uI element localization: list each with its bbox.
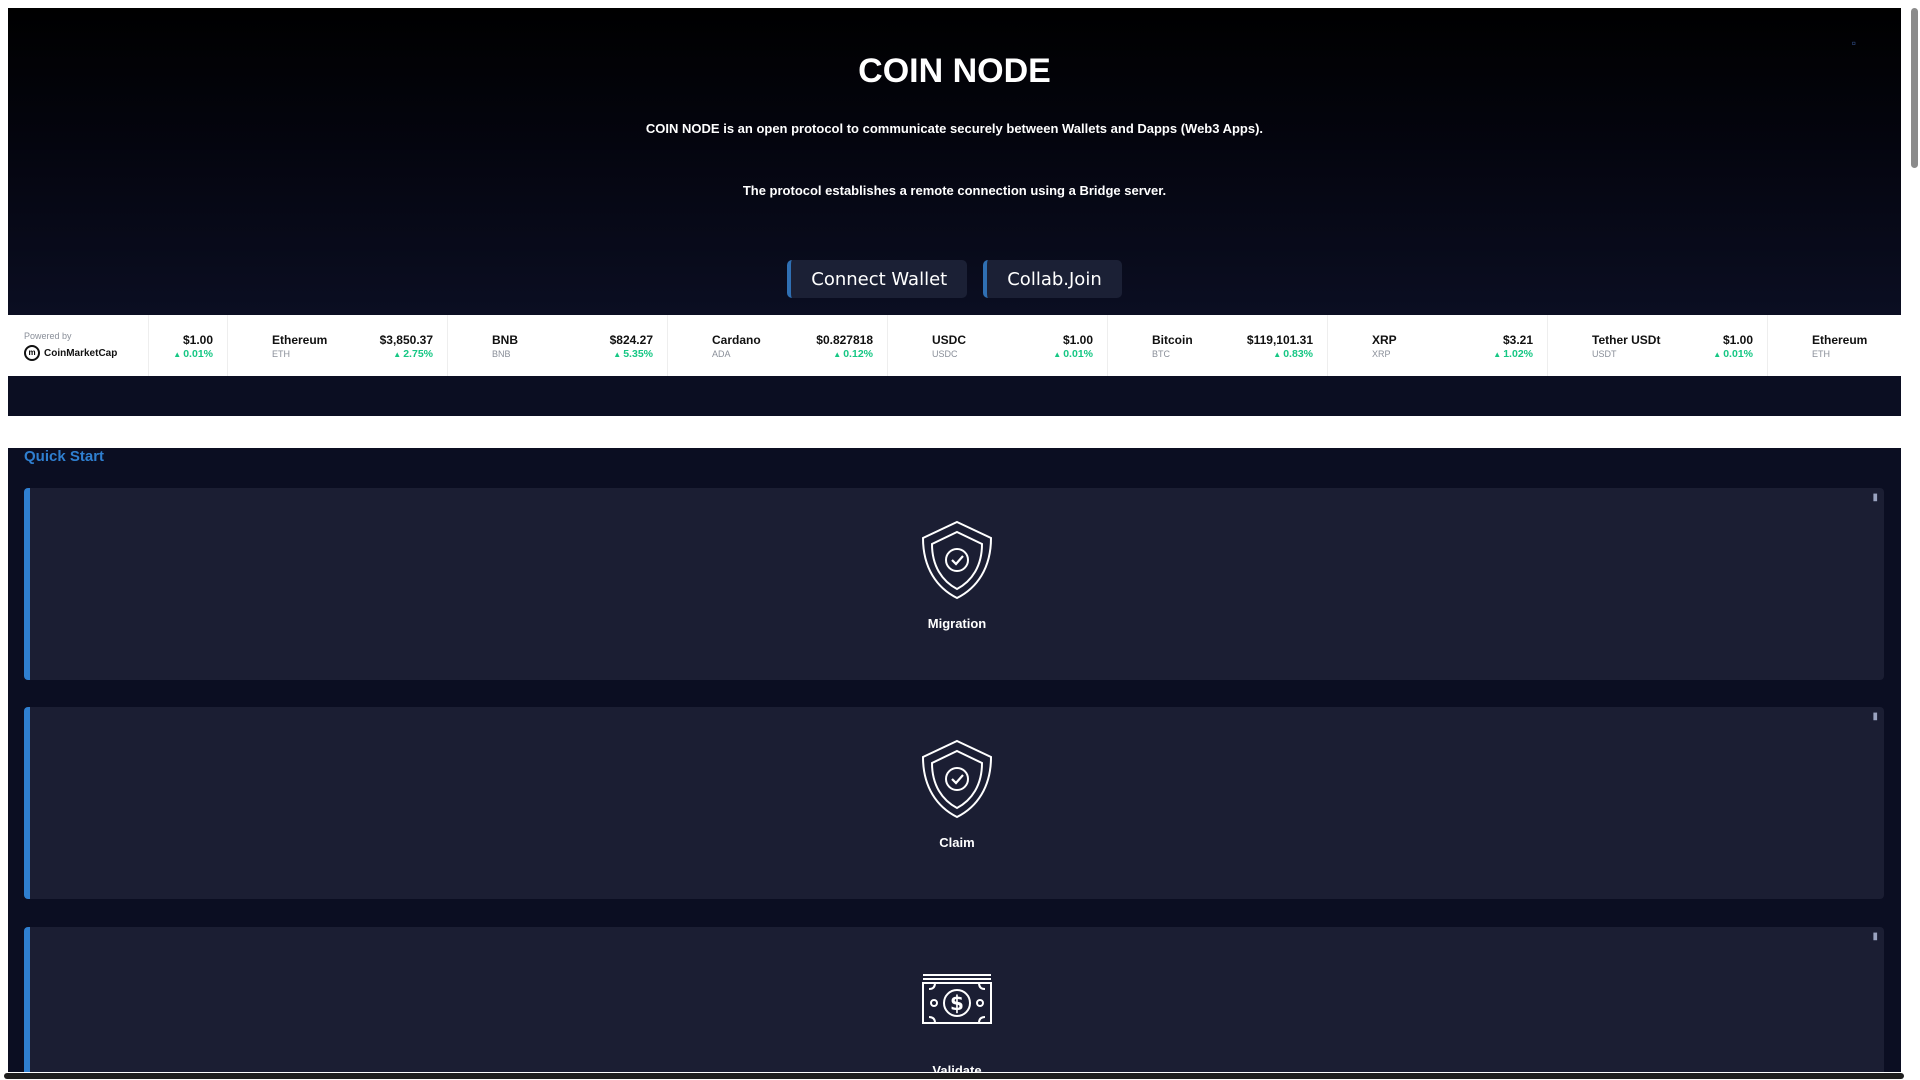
coin-change-value: 0.01% [1063, 348, 1093, 360]
quick-start-title: Quick Start [24, 448, 105, 465]
card-menu-icon[interactable]: ▮ [1872, 711, 1878, 722]
coinmarketcap-icon: m [24, 345, 40, 361]
coin-price: $1.00 [1722, 333, 1753, 347]
coin-change-value: 5.35% [623, 348, 653, 360]
horizontal-scroll-thumb[interactable] [4, 1073, 1904, 1079]
coin-change: ▲ 0.01% [1053, 348, 1093, 360]
coin-symbol: USDT [1592, 349, 1617, 359]
migration-card[interactable]: ▮ Migration [24, 488, 1884, 680]
coin-change: ▲ 0.83% [1273, 348, 1313, 360]
ticker-coin[interactable]: XRP XRP $3.21 ▲ 1.02% [1328, 315, 1548, 376]
small-square-icon[interactable]: ▫ [1852, 36, 1856, 50]
coin-price: $1.00 [1062, 333, 1093, 347]
coin-name: BNB [492, 333, 518, 347]
coin-name: Cardano [712, 333, 761, 347]
coin-symbol: ETH [1812, 349, 1830, 359]
hero-actions: Connect Wallet Collab.Join [8, 260, 1901, 298]
triangle-up-icon: ▲ [393, 350, 402, 359]
ticker-coin[interactable]: Cardano ADA $0.827818 ▲ 0.12% [668, 315, 888, 376]
coin-name: XRP [1372, 333, 1397, 347]
coin-change: ▲ 1.02% [1493, 348, 1533, 360]
quick-start-section: Quick Start ▮ Migration ▮ Claim ▮ $ Vali… [8, 448, 1901, 1080]
coin-change: ▲ 2.75% [393, 348, 433, 360]
coin-price: $0.827818 [816, 333, 873, 347]
ticker-track: Tether USDtUSDT$1.00▲0.01%EthereumETH$3,… [148, 315, 1901, 376]
coin-change: ▲ 0.01% [1713, 348, 1753, 360]
collab-join-button[interactable]: Collab.Join [983, 260, 1122, 298]
coin-name: Tether USDt [1592, 333, 1661, 347]
coin-name: Ethereum [1812, 333, 1868, 347]
coin-change-value: 0.01% [1723, 348, 1753, 360]
coin-symbol: USDC [932, 349, 958, 359]
triangle-up-icon: ▲ [1493, 350, 1502, 359]
shield-check-icon [919, 739, 995, 824]
card-label: Claim [939, 835, 975, 850]
coin-symbol: BNB [492, 349, 511, 359]
banknote-icon: $ [921, 973, 993, 1030]
ticker-coin[interactable]: Tether USDt USDT $1.00▲0.01% [1548, 315, 1768, 376]
ticker-coin[interactable]: Ethereum ETH $3,850.37 ▲ 2.75% [228, 315, 448, 376]
coin-symbol: ETH [272, 349, 290, 359]
hero-description: COIN NODE is an open protocol to communi… [645, 121, 1264, 136]
page-title: COIN NODE [858, 52, 1051, 90]
coin-symbol: ADA [712, 349, 731, 359]
ticker-coin[interactable]: Tether USDtUSDT$1.00▲0.01% [148, 315, 228, 376]
card-menu-icon[interactable]: ▮ [1872, 931, 1878, 942]
coin-symbol: BTC [1152, 349, 1170, 359]
coin-change-value: 2.75% [403, 348, 433, 360]
ticker-coin[interactable]: Ethereum ETH [1768, 315, 1901, 376]
shield-check-icon [919, 520, 995, 605]
ticker-coin[interactable]: USDC USDC $1.00 ▲ 0.01% [888, 315, 1108, 376]
coin-change: ▲ 0.12% [833, 348, 873, 360]
coinmarketcap-name: CoinMarketCap [44, 347, 118, 359]
ticker-coin[interactable]: Bitcoin BTC $119,101.31 ▲ 0.83% [1108, 315, 1328, 376]
coinmarketcap-logo: m CoinMarketCap [24, 345, 117, 361]
ticker-coin[interactable]: BNB BNB $824.27 ▲ 5.35% [448, 315, 668, 376]
hero-section: COIN NODE COIN NODE is an open protocol … [8, 8, 1901, 315]
coin-price: $3.21 [1502, 333, 1533, 347]
coin-change-value: 0.12% [843, 348, 873, 360]
connect-wallet-button[interactable]: Connect Wallet [787, 260, 968, 298]
svg-text:$: $ [950, 991, 964, 1015]
vertical-scroll-thumb[interactable] [1911, 8, 1918, 168]
coin-name: Bitcoin [1152, 333, 1193, 347]
coin-change: ▲ 0.01% [173, 348, 213, 360]
card-menu-icon[interactable]: ▮ [1872, 492, 1878, 503]
ticker-brand[interactable]: Powered by m CoinMarketCap [8, 315, 149, 376]
coin-change-value: 0.01% [183, 348, 213, 360]
coin-symbol: XRP [1372, 349, 1391, 359]
coin-change-value: 1.02% [1503, 348, 1533, 360]
triangle-up-icon: ▲ [1053, 350, 1062, 359]
triangle-up-icon: ▲ [613, 350, 622, 359]
horizontal-scrollbar[interactable] [0, 1072, 1920, 1080]
ticker-row: Tether USDtUSDT$1.00▲0.01%EthereumETH$3,… [148, 315, 1901, 376]
navy-band [8, 376, 1901, 416]
coin-name: USDC [932, 333, 967, 347]
coin-price: $824.27 [609, 333, 653, 347]
coin-name: Ethereum [272, 333, 328, 347]
coin-price: $3,850.37 [379, 333, 433, 347]
coin-change: ▲ 5.35% [613, 348, 653, 360]
triangle-up-icon: ▲ [833, 350, 842, 359]
triangle-up-icon: ▲ [1273, 350, 1282, 359]
page: COIN NODE COIN NODE is an open protocol … [8, 8, 1901, 1080]
claim-card[interactable]: ▮ Claim [24, 707, 1884, 899]
triangle-up-icon: ▲ [173, 350, 182, 359]
powered-by-label: Powered by [24, 331, 72, 341]
validate-card[interactable]: ▮ $ Validate [24, 927, 1884, 1080]
coin-change-value: 0.83% [1283, 348, 1313, 360]
triangle-up-icon: ▲ [1713, 350, 1722, 359]
coin-price: $1.00 [182, 333, 213, 347]
price-ticker: Powered by m CoinMarketCap Tether USDt US… [8, 315, 1901, 377]
vertical-scrollbar[interactable] [1909, 0, 1920, 1080]
coin-price: $119,101.31 [1246, 333, 1313, 347]
hero-subdescription: The protocol establishes a remote connec… [742, 183, 1167, 198]
card-label: Migration [927, 616, 987, 631]
